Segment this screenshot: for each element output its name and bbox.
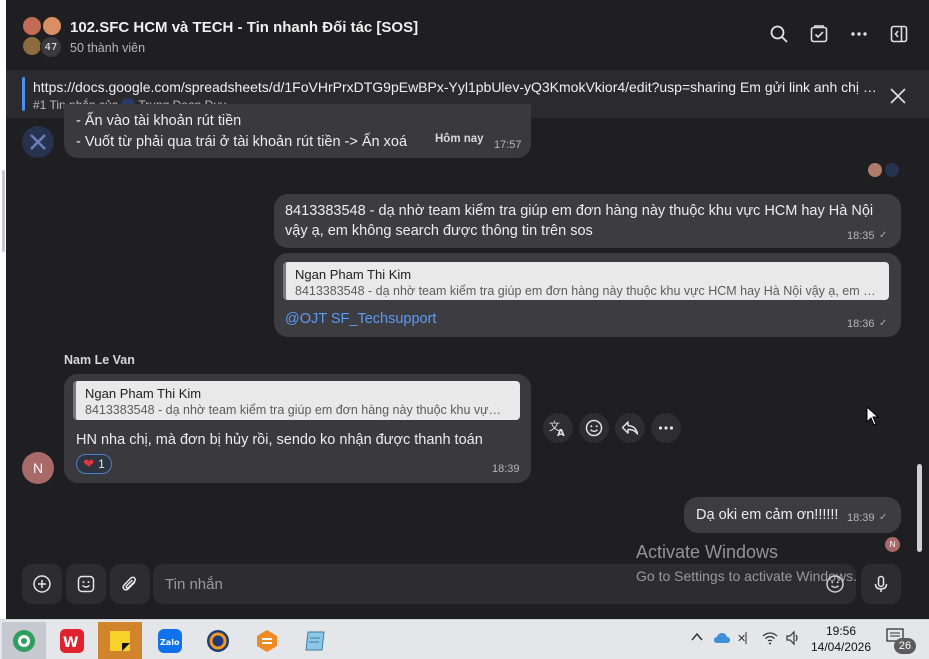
sticky-notes-icon[interactable]	[98, 622, 142, 659]
message-input[interactable]	[165, 564, 805, 604]
member-avatar	[22, 36, 42, 56]
message-bubble[interactable]: Ngan Pham Thi Kim 8413383548 - dạ nhờ te…	[64, 374, 531, 483]
close-icon[interactable]	[886, 84, 910, 108]
message-composer	[6, 559, 929, 619]
sent-check-icon: ✓	[879, 512, 888, 523]
input-method-icon[interactable]: ✕	[737, 630, 755, 649]
quote-author: Ngan Pham Thi Kim	[85, 386, 202, 401]
sender-name[interactable]: Nam Le Van	[64, 353, 135, 367]
taskbar-clock[interactable]: 19:56 14/04/2026	[810, 623, 872, 655]
translate-icon[interactable]: 文A	[543, 413, 573, 443]
volume-icon[interactable]	[785, 630, 801, 649]
zalo-pc-icon[interactable]	[2, 622, 46, 659]
sender-avatar[interactable]	[22, 126, 54, 158]
message-bubble-outgoing[interactable]: Dạ oki em cảm ơn!!!!!! 18:39 ✓	[684, 497, 901, 533]
mention-link[interactable]: @OJT SF_Techsupport	[285, 311, 436, 327]
message-bubble[interactable]: - Ấn vào tài khoản rút tiền - Vuốt từ ph…	[64, 104, 531, 158]
sent-check-icon: ✓	[879, 230, 888, 241]
microphone-icon[interactable]	[861, 564, 901, 604]
sticker-icon[interactable]	[66, 564, 106, 604]
notification-center[interactable]: 26	[886, 628, 920, 654]
chevron-up-icon[interactable]	[690, 630, 704, 647]
message-text: HN nha chị, mà đơn bị hủy rồi, sendo ko …	[76, 432, 483, 448]
sender-avatar[interactable]: N	[22, 452, 54, 484]
reaction-count: 1	[98, 457, 105, 471]
clock-time: 19:56	[825, 624, 857, 638]
emoji-react-icon[interactable]	[579, 413, 609, 443]
notepad-icon[interactable]	[293, 622, 337, 659]
mouse-cursor-icon	[866, 405, 880, 430]
chat-scrollbar[interactable]	[917, 464, 922, 552]
seen-avatar	[868, 163, 882, 177]
quoted-message[interactable]: Ngan Pham Thi Kim 8413383548 - dạ nhờ te…	[73, 381, 520, 420]
member-count[interactable]: 50 thành viên	[70, 41, 145, 55]
group-title[interactable]: 102.SFC HCM và TECH - Tin nhanh Đối tác …	[70, 19, 418, 36]
more-actions-icon[interactable]	[651, 413, 681, 443]
add-icon[interactable]	[22, 564, 62, 604]
message-time: 18:39	[492, 463, 520, 475]
svg-text:Zalo: Zalo	[160, 638, 180, 647]
heart-icon: ❤	[83, 456, 95, 472]
message-text: Dạ oki em cảm ơn!!!!!!	[696, 507, 839, 523]
wps-icon[interactable]: W	[50, 622, 94, 659]
quote-text: 8413383548 - dạ nhờ team kiểm tra giúp e…	[85, 403, 503, 417]
quoted-message[interactable]: Ngan Pham Thi Kim 8413383548 - dạ nhờ te…	[283, 262, 889, 300]
sublime-icon[interactable]	[245, 622, 289, 659]
chat-header: 47 102.SFC HCM và TECH - Tin nhanh Đối t…	[6, 4, 929, 70]
member-avatar	[42, 16, 62, 36]
more-icon[interactable]	[847, 22, 871, 46]
quote-author: Ngan Pham Thi Kim	[295, 267, 412, 282]
attachment-icon[interactable]	[110, 564, 150, 604]
emoji-icon[interactable]	[825, 574, 845, 598]
message-time: 18:35	[847, 230, 875, 242]
message-time: 17:57	[494, 139, 522, 151]
cloud-icon[interactable]	[713, 630, 731, 649]
clock-date: 14/04/2026	[810, 640, 872, 654]
date-tag: Hôm nay	[435, 133, 484, 145]
seen-avatar	[885, 163, 899, 177]
member-avatar	[22, 16, 42, 36]
sidebar-toggle-icon[interactable]	[887, 22, 911, 46]
reaction-chip[interactable]: ❤ 1	[76, 454, 112, 474]
member-overflow-count: 47	[40, 36, 62, 58]
pinned-link-text[interactable]: https://docs.google.com/spreadsheets/d/1…	[33, 79, 878, 95]
left-scrollbar[interactable]	[2, 170, 5, 252]
pinned-accent	[22, 77, 25, 111]
svg-text:W: W	[63, 635, 78, 651]
message-input-box[interactable]	[153, 564, 856, 604]
search-icon[interactable]	[767, 22, 791, 46]
reply-icon[interactable]	[615, 413, 645, 443]
message-text: 8413383548 - dạ nhờ team kiểm tra giúp e…	[285, 203, 874, 239]
notification-badge: 26	[894, 638, 916, 654]
quote-text: 8413383548 - dạ nhờ team kiểm tra giúp e…	[295, 284, 880, 298]
group-avatar[interactable]: 47	[22, 16, 66, 60]
task-icon[interactable]	[807, 22, 831, 46]
svg-text:A: A	[557, 428, 565, 438]
message-bubble-outgoing[interactable]: 8413383548 - dạ nhờ team kiểm tra giúp e…	[274, 194, 901, 248]
windows-taskbar: W Zalo ✕ 19:56 14/04/2026 26	[0, 619, 929, 659]
message-line: - Vuốt từ phải qua trái ở tài khoản rút …	[76, 134, 408, 150]
message-bubble-outgoing[interactable]: Ngan Pham Thi Kim 8413383548 - dạ nhờ te…	[274, 253, 901, 337]
seen-avatar: N	[885, 537, 900, 552]
sent-check-icon: ✓	[879, 318, 888, 329]
zalo-icon[interactable]: Zalo	[148, 622, 192, 659]
wifi-icon[interactable]	[762, 630, 778, 649]
message-line: - Ấn vào tài khoản rút tiền	[76, 113, 242, 129]
chat-window: 47 102.SFC HCM và TECH - Tin nhanh Đối t…	[6, 4, 929, 619]
message-time: 18:39	[847, 512, 875, 524]
message-time: 18:36	[847, 318, 875, 330]
svg-text:✕: ✕	[737, 632, 746, 645]
ultraviewer-icon[interactable]	[196, 622, 240, 659]
